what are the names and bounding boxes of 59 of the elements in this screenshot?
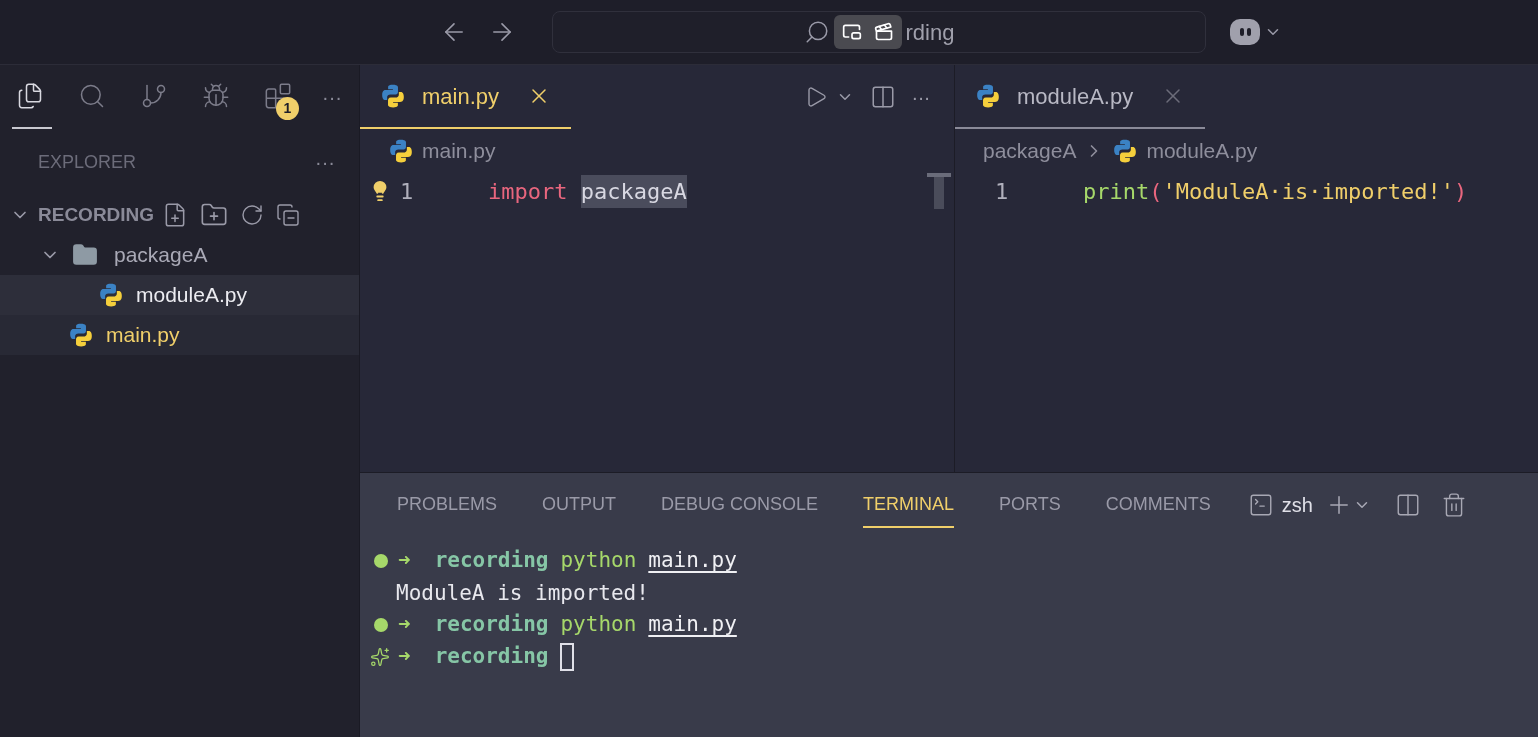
more-actions[interactable]: ··· — [911, 82, 930, 112]
search-field[interactable]: rding — [552, 11, 1206, 53]
video-icon[interactable] — [873, 22, 894, 42]
folder-icon — [72, 242, 98, 268]
command-argument: main.py — [648, 547, 737, 575]
folder-name[interactable]: RECORDING — [38, 200, 155, 230]
panel-tab[interactable]: DEBUG CONSOLE — [661, 482, 819, 528]
prompt-directory: recording — [434, 547, 549, 575]
prompt-directory: recording — [434, 611, 549, 639]
tree-item[interactable]: moduleA.py — [0, 275, 359, 315]
more-actions[interactable]: ··· — [322, 82, 342, 112]
scrollbar-marker — [927, 173, 951, 209]
prompt-arrow: ➜ — [398, 547, 411, 575]
collapse-icon[interactable] — [276, 203, 301, 227]
more-actions[interactable]: ··· — [315, 147, 335, 177]
bug-icon — [202, 82, 230, 110]
code-token: ) — [1453, 177, 1468, 206]
picture-in-picture-icon[interactable] — [841, 22, 862, 42]
panel-tab[interactable]: PORTS — [999, 482, 1061, 528]
python-icon — [98, 282, 124, 308]
split-editor-icon[interactable] — [869, 84, 896, 110]
panel-tab[interactable]: TERMINAL — [863, 482, 955, 528]
python-icon — [388, 138, 414, 164]
python-icon — [68, 322, 94, 348]
command: python — [560, 611, 637, 639]
line-number: 1 — [995, 177, 1010, 206]
python-icon — [1112, 138, 1139, 164]
panel-tab[interactable]: OUTPUT — [542, 482, 617, 528]
prompt-directory: recording — [434, 643, 549, 671]
panel-tab[interactable]: COMMENTS — [1105, 482, 1211, 528]
panel-tab[interactable]: PROBLEMS — [397, 482, 498, 528]
command: python — [560, 547, 637, 575]
python-icon — [380, 83, 406, 109]
shell-name[interactable]: zsh — [1281, 490, 1313, 520]
line-number: 1 — [400, 177, 415, 206]
editor-tab[interactable]: moduleA.py — [955, 65, 1206, 129]
files-icon — [16, 82, 44, 110]
tree-item[interactable]: packageA — [0, 235, 359, 275]
editor-tab[interactable]: main.py — [360, 65, 572, 129]
branch-icon — [140, 82, 168, 110]
activity-tab[interactable]: 1 — [260, 65, 300, 129]
tree-item[interactable]: main.py — [0, 315, 359, 355]
badge: 1 — [276, 97, 299, 120]
breadcrumb[interactable]: packageA — [983, 135, 1077, 167]
code-token: 'ModuleA·is·imported!' — [1162, 177, 1454, 206]
sidebar-title: EXPLORER — [38, 150, 137, 174]
breadcrumb[interactable]: moduleA.py — [1146, 135, 1258, 167]
prompt-arrow: ➜ — [398, 611, 411, 639]
code-token: import — [488, 177, 568, 206]
search-icon — [78, 82, 106, 110]
prompt-arrow: ➜ — [398, 643, 411, 671]
code-token: ( — [1149, 177, 1163, 206]
python-icon — [975, 83, 1001, 109]
terminal-output: ModuleA is imported! — [395, 580, 649, 607]
code-token: packageA — [580, 174, 687, 208]
refresh-icon[interactable] — [240, 203, 265, 227]
code-token: print — [1083, 177, 1150, 206]
command-argument: main.py — [648, 611, 737, 639]
breadcrumb[interactable]: main.py — [422, 135, 496, 167]
